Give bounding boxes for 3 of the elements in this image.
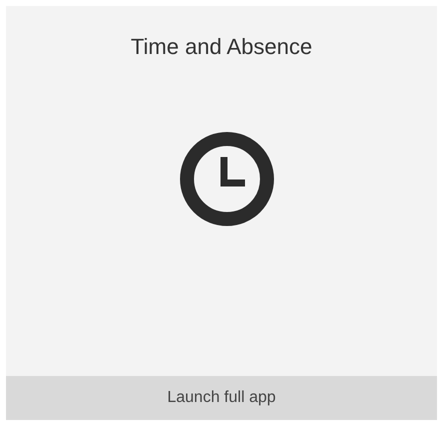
clock-icon: [178, 131, 274, 227]
launch-app-button[interactable]: Launch full app: [6, 376, 437, 420]
tile-title: Time and Absence: [130, 33, 312, 61]
